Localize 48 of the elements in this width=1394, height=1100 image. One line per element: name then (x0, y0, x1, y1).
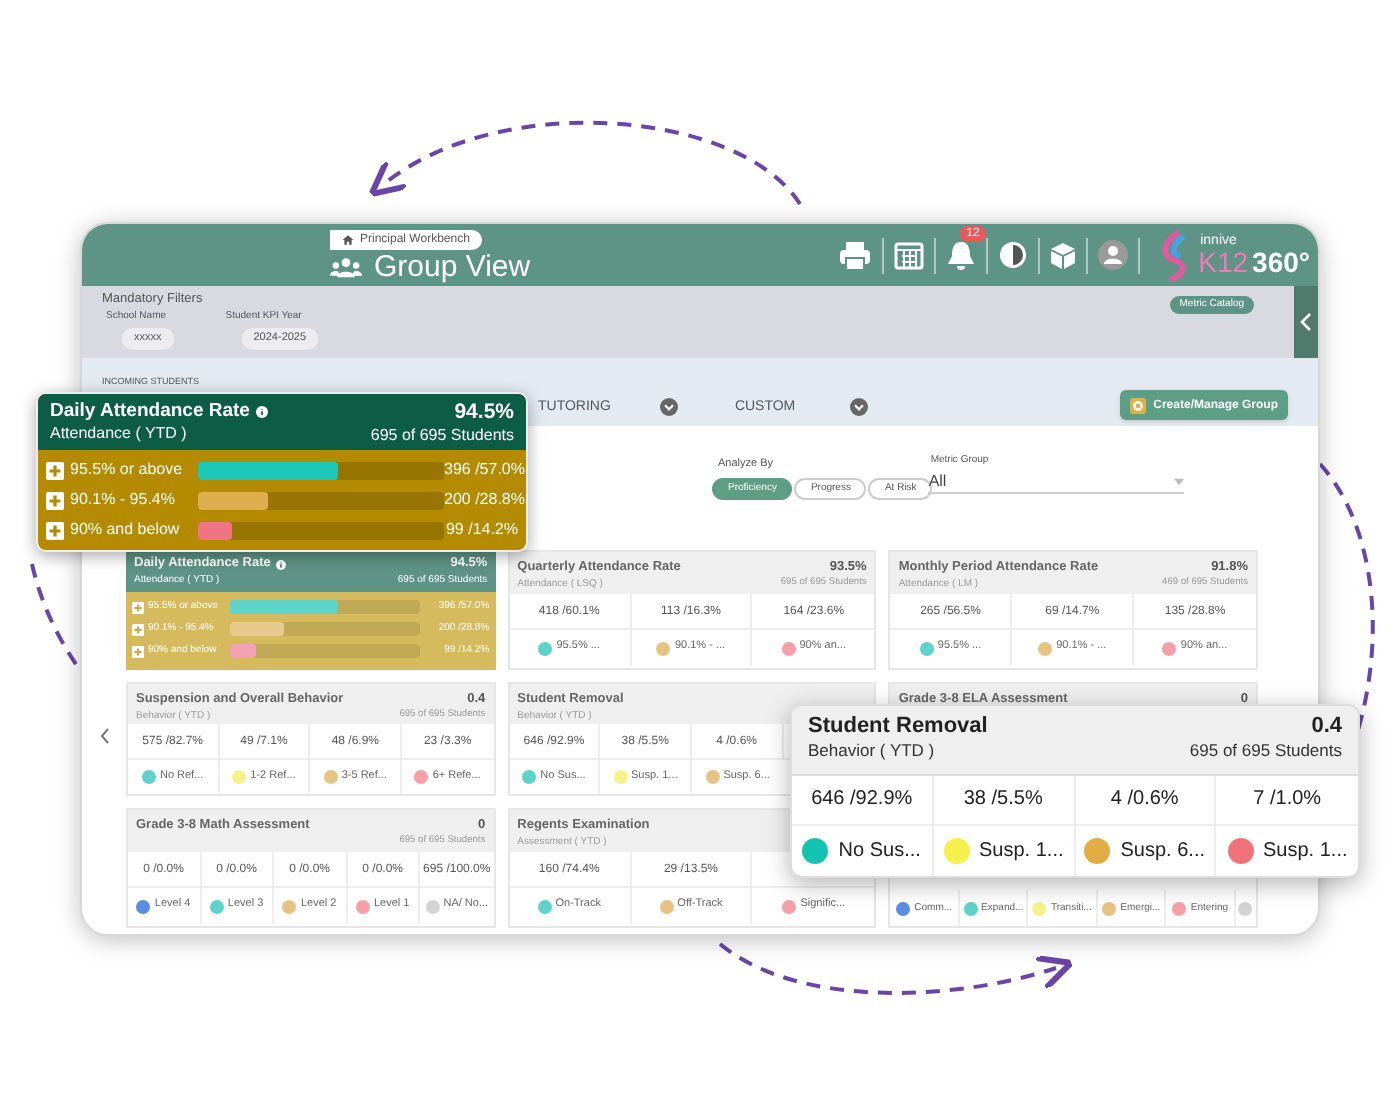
count-value: 646 /92.9% (811, 790, 913, 810)
page-title: Group View (374, 252, 531, 282)
plus-icon[interactable] (132, 623, 144, 635)
plus-icon[interactable] (132, 645, 144, 657)
count-value: 200 /28.8% (444, 492, 525, 508)
legend-label: Susp. 1... (1263, 841, 1348, 861)
gear-icon[interactable] (1129, 397, 1146, 413)
chevron-down-icon[interactable] (660, 398, 679, 416)
info-icon[interactable] (255, 405, 268, 418)
plus-icon[interactable] (46, 521, 64, 539)
student-count: 695 of 695 Students (1189, 742, 1342, 759)
range-label: 90.1% - 95.4% (70, 492, 177, 508)
printer-icon[interactable] (838, 240, 873, 270)
user-avatar-icon[interactable] (1098, 240, 1129, 270)
card-subtitle: Behavior ( YTD ) (808, 742, 937, 759)
calendar-icon[interactable] (894, 240, 925, 270)
group-icon[interactable] (330, 256, 362, 278)
product-suffix: 360° (1252, 248, 1310, 276)
plus-icon[interactable] (46, 461, 64, 479)
chevron-down-icon[interactable] (849, 398, 868, 416)
card-subtitle: Attendance ( YTD ) (50, 425, 189, 441)
legend-label: Susp. 1... (979, 841, 1064, 861)
legend-label: Susp. 6... (1120, 841, 1205, 861)
count-value: 38 /5.5% (963, 790, 1043, 810)
chevron-left-icon[interactable] (99, 728, 109, 744)
plus-icon[interactable] (46, 491, 64, 509)
card-title: Daily Attendance Rate (50, 402, 250, 421)
metric-value: 0.4 (1311, 716, 1342, 738)
collapse-tab[interactable] (1294, 286, 1318, 358)
student-count: 695 of 695 Students (370, 427, 514, 443)
info-icon[interactable] (276, 559, 287, 570)
count-value: 4 /0.6% (1110, 790, 1179, 810)
bell-icon[interactable] (946, 239, 977, 271)
metric-group-select[interactable]: All (928, 470, 1185, 494)
count-value: 396 /57.0% (444, 462, 525, 478)
home-icon[interactable] (342, 234, 354, 246)
count-value: 7 /1.0% (1253, 790, 1322, 810)
count-value: 99 /14.2% (445, 522, 518, 538)
caret-down-icon[interactable] (1174, 477, 1185, 485)
contrast-icon[interactable] (998, 240, 1029, 270)
legend-label: No Sus... (838, 841, 921, 861)
cube-icon[interactable] (1050, 241, 1077, 269)
product-name: K12 (1198, 248, 1249, 276)
range-label: 90% and below (70, 522, 182, 538)
plus-icon[interactable] (132, 601, 144, 613)
range-label: 95.5% or above (70, 462, 185, 478)
metric-value: 94.5% (454, 402, 514, 423)
card-title: Student Removal (808, 716, 988, 738)
